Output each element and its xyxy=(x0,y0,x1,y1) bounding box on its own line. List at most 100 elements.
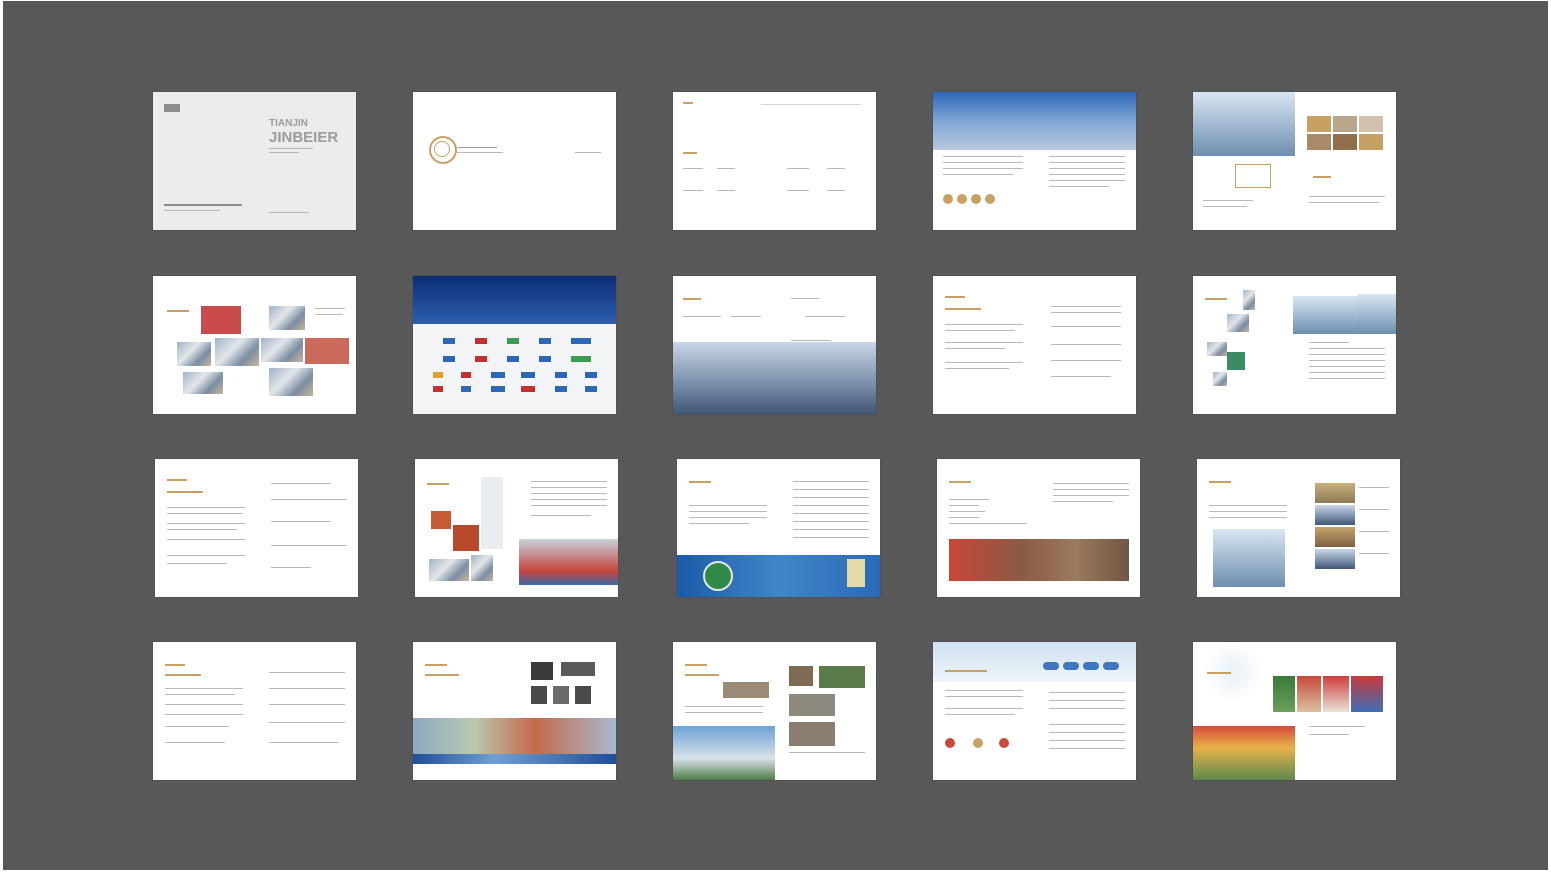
table-line xyxy=(1309,354,1385,355)
table-line xyxy=(1049,692,1125,693)
spread-equipment[interactable] xyxy=(1193,276,1396,414)
body-text xyxy=(1049,162,1125,163)
table-line xyxy=(531,481,607,482)
spread-business-scope[interactable] xyxy=(673,276,876,414)
partner-logo-icon xyxy=(507,338,519,344)
spread-services-06[interactable] xyxy=(1197,459,1400,597)
table-line xyxy=(531,505,607,506)
section-heading xyxy=(165,664,185,666)
award-badge-icon xyxy=(945,738,955,748)
activity-photo xyxy=(1351,676,1383,712)
body-text xyxy=(1051,360,1121,361)
project-photo xyxy=(1315,483,1355,503)
cover-contact-line xyxy=(164,204,242,206)
body-text xyxy=(531,515,591,516)
company-name-line xyxy=(457,147,497,148)
spread-company-profile[interactable] xyxy=(933,92,1136,230)
body-text xyxy=(789,752,865,753)
hospital-building-photo xyxy=(673,726,775,780)
award-badge-icon xyxy=(999,738,1009,748)
flow-node xyxy=(1103,662,1119,670)
section-subheading xyxy=(685,674,719,676)
spread-services-05[interactable] xyxy=(937,459,1140,597)
spread-intro-logo[interactable] xyxy=(413,92,616,230)
body-text xyxy=(685,712,763,713)
certificate-thumb xyxy=(1307,116,1331,132)
body-text xyxy=(269,742,339,743)
body-text xyxy=(731,316,761,317)
cover-subtitle xyxy=(269,148,313,149)
table-line xyxy=(793,537,869,538)
body-text xyxy=(271,499,347,500)
partner-logo-icon xyxy=(443,356,455,362)
body-text xyxy=(167,555,245,556)
body-text xyxy=(949,499,989,500)
stat-icon xyxy=(985,194,995,204)
spread-cover[interactable]: TIANJIN JINBEIER xyxy=(153,92,356,230)
body-text xyxy=(167,513,243,514)
table-line xyxy=(531,499,607,500)
equipment-photo xyxy=(1207,342,1227,356)
body-text xyxy=(1049,168,1125,169)
certificate-thumb xyxy=(1307,134,1331,150)
partner-logo-icon xyxy=(585,386,597,392)
spread-team-culture[interactable] xyxy=(1193,642,1396,780)
spread-partners[interactable] xyxy=(413,276,616,414)
body-text xyxy=(1053,489,1129,490)
spread-services-09[interactable] xyxy=(673,642,876,780)
body-text xyxy=(949,517,979,518)
partner-logo-icon xyxy=(491,386,505,392)
body-text xyxy=(1203,206,1247,207)
body-text xyxy=(943,168,1023,169)
body-text xyxy=(945,714,1015,715)
table-line xyxy=(793,489,869,490)
spread-services-03[interactable] xyxy=(415,459,618,597)
blue-stripe xyxy=(413,754,616,764)
body-text xyxy=(689,505,767,506)
body-text xyxy=(1209,517,1287,518)
partner-logo-icon xyxy=(555,386,567,392)
spread-certificates[interactable] xyxy=(1193,92,1396,230)
city-skyline-photo xyxy=(933,92,1136,150)
spread-services-08[interactable] xyxy=(413,642,616,780)
instrument-device-photo xyxy=(553,686,569,704)
section-heading xyxy=(167,479,187,481)
body-text xyxy=(1203,200,1253,201)
contents-heading xyxy=(683,152,697,154)
spread-contents[interactable] xyxy=(673,92,876,230)
section-heading xyxy=(167,310,189,312)
spread-services-01[interactable] xyxy=(933,276,1136,414)
project-panorama-photo xyxy=(413,718,616,754)
body-text xyxy=(1309,202,1379,203)
project-photo xyxy=(789,694,835,716)
spread-services-02[interactable] xyxy=(155,459,358,597)
spread-management-system[interactable] xyxy=(933,642,1136,780)
body-text xyxy=(949,505,979,506)
body-text xyxy=(315,308,345,309)
spread-services-04[interactable] xyxy=(677,459,880,597)
cover-title-line1: TIANJIN xyxy=(269,118,308,129)
body-text xyxy=(945,342,1023,343)
body-text xyxy=(165,742,225,743)
cover-subtitle-2 xyxy=(269,152,299,153)
building-photo xyxy=(1293,296,1357,334)
body-text xyxy=(1359,509,1389,510)
contents-item xyxy=(787,168,809,169)
body-text xyxy=(165,714,243,715)
activity-photo xyxy=(1323,676,1349,712)
spread-services-07[interactable] xyxy=(153,642,356,780)
body-text xyxy=(949,523,1027,524)
table-line xyxy=(1309,366,1385,367)
framed-certificate xyxy=(1235,164,1271,188)
table-line xyxy=(1049,740,1125,741)
body-text xyxy=(945,708,1023,709)
body-text xyxy=(1051,306,1121,307)
body-text xyxy=(945,362,1023,363)
body-text xyxy=(685,706,763,707)
certification-seal-icon xyxy=(703,561,733,591)
body-text xyxy=(167,529,237,530)
body-text xyxy=(167,523,245,524)
project-photo xyxy=(1315,505,1355,525)
spread-laboratories[interactable] xyxy=(153,276,356,414)
body-text xyxy=(165,688,243,689)
